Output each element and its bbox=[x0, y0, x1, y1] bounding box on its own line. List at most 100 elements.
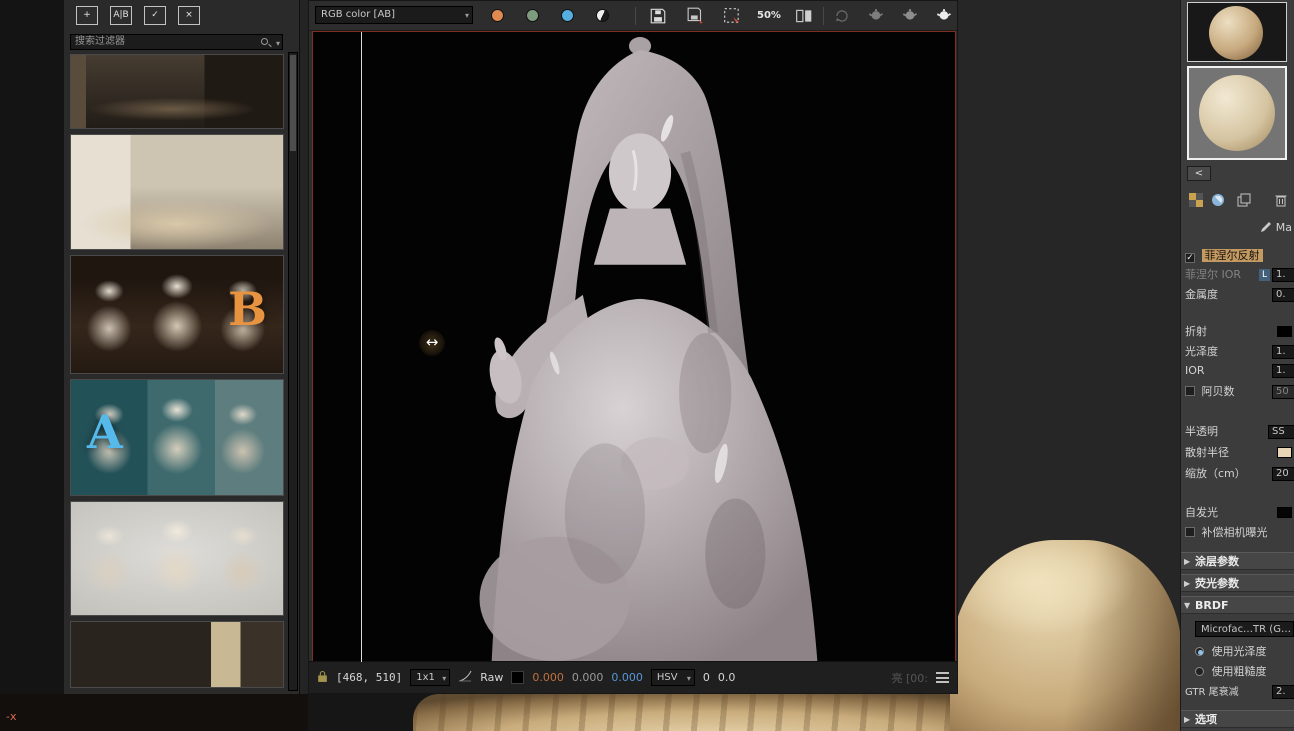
chevron-right-icon: ▶ bbox=[1184, 575, 1190, 592]
mini-listener[interactable]: -x bbox=[0, 694, 308, 731]
camera-exposure-row: 补偿相机曝光 bbox=[1185, 525, 1294, 541]
history-thumb-statues-b[interactable]: B bbox=[70, 255, 284, 374]
glossiness-row: 光泽度 1. bbox=[1185, 344, 1294, 360]
red-channel-swatch[interactable] bbox=[491, 9, 504, 22]
history-thumb-bedroom-light[interactable] bbox=[70, 134, 284, 250]
ab-compare-icon[interactable]: A|B bbox=[110, 6, 132, 25]
green-value: 0.000 bbox=[572, 671, 604, 684]
history-thumb-bedroom-partial[interactable] bbox=[70, 621, 284, 688]
ior-value[interactable]: 1. bbox=[1272, 364, 1294, 378]
material-preview-slot-1[interactable] bbox=[1187, 2, 1287, 62]
render-teapot-icon[interactable] bbox=[935, 7, 953, 25]
render-time-info: 亮 [00: bbox=[892, 670, 929, 686]
gtr-tail-falloff-value[interactable]: 2. bbox=[1272, 685, 1294, 699]
fresnel-checkbox[interactable]: ✓ bbox=[1185, 253, 1195, 263]
use-roughness-label: 使用粗糙度 bbox=[1212, 665, 1267, 678]
pixel-coordinates: [468, 510] bbox=[336, 671, 402, 684]
mono-channel-swatch[interactable] bbox=[596, 9, 609, 22]
refraction-label: 折射 bbox=[1185, 325, 1207, 338]
sampled-color-swatch bbox=[511, 671, 524, 684]
abbe-value[interactable]: 50 bbox=[1272, 385, 1294, 399]
history-search-text: 搜索过滤器 bbox=[75, 36, 125, 47]
abbe-label: 阿贝数 bbox=[1202, 385, 1235, 398]
section-options[interactable]: ▶ 选项 bbox=[1181, 710, 1294, 728]
history-search-input[interactable]: 搜索过滤器 ▾ bbox=[70, 34, 283, 50]
trash-icon[interactable] bbox=[1274, 193, 1288, 207]
channel-dropdown[interactable]: RGB color [AB] ▾ bbox=[315, 6, 473, 24]
gtr-tail-falloff-row: GTR 尾衰减 2. bbox=[1185, 684, 1294, 700]
material-name-row: Ma bbox=[1185, 220, 1294, 236]
chevron-right-icon: ▶ bbox=[1184, 711, 1190, 728]
ab-compare-divider[interactable] bbox=[361, 32, 362, 662]
scatter-radius-swatch[interactable] bbox=[1277, 447, 1292, 458]
lock-l-button[interactable]: L bbox=[1259, 269, 1270, 281]
brdf-type-dropdown[interactable]: Microfac…TR (G… bbox=[1195, 621, 1294, 637]
section-sheen-params[interactable]: ▶ 荧光参数 bbox=[1181, 574, 1294, 592]
checker-background-icon[interactable] bbox=[1189, 193, 1203, 207]
history-thumbnail-list: B A bbox=[64, 54, 287, 694]
preview-back-button[interactable]: < bbox=[1187, 166, 1211, 181]
display-correction-icon[interactable] bbox=[458, 670, 472, 685]
pencil-icon[interactable] bbox=[1260, 221, 1272, 233]
zoom-level-badge[interactable]: 50% bbox=[757, 7, 781, 25]
chevron-down-icon: ▾ bbox=[465, 8, 469, 24]
metalness-value[interactable]: 0. bbox=[1272, 288, 1294, 302]
refraction-color-swatch[interactable] bbox=[1277, 326, 1292, 337]
vray-frame-buffer: RGB color [AB] ▾ 50% bbox=[308, 0, 958, 694]
brdf-type-value: Microfac…TR (G… bbox=[1201, 624, 1291, 635]
history-save-icon[interactable]: + bbox=[76, 6, 98, 25]
render-history-panel: + A|B ✓ × 搜索过滤器 ▾ B A bbox=[64, 0, 300, 694]
scale-cm-row: 缩放（cm） 20 bbox=[1185, 466, 1294, 482]
hsv-dropdown[interactable]: HSV ▾ bbox=[651, 669, 695, 686]
red-value: 0.000 bbox=[532, 671, 564, 684]
lock-icon[interactable] bbox=[317, 670, 328, 686]
ab-layout-icon[interactable] bbox=[795, 7, 813, 25]
green-channel-swatch[interactable] bbox=[526, 9, 539, 22]
camera-exposure-label: 补偿相机曝光 bbox=[1202, 526, 1268, 539]
statusbar-menu-icon[interactable] bbox=[936, 672, 949, 683]
clear-history-icon[interactable]: × bbox=[178, 6, 200, 25]
history-thumb-bedroom-dark[interactable] bbox=[70, 54, 284, 129]
save-all-channels-icon[interactable] bbox=[687, 7, 705, 25]
glossiness-value[interactable]: 1. bbox=[1272, 345, 1294, 359]
fresnel-ior-label: 菲涅尔 IOR bbox=[1185, 268, 1241, 281]
abbe-checkbox[interactable] bbox=[1185, 386, 1195, 396]
section-brdf[interactable]: ▼ BRDF bbox=[1181, 596, 1294, 614]
hue-value: 0 bbox=[703, 671, 710, 684]
history-scrollbar[interactable] bbox=[288, 52, 298, 691]
rt-render-teapot-icon[interactable] bbox=[901, 7, 919, 25]
show-shaded-icon[interactable] bbox=[1211, 193, 1225, 207]
render-view[interactable]: ↔ bbox=[312, 31, 956, 663]
render-history-teapot-icon[interactable] bbox=[867, 7, 885, 25]
material-name: Ma bbox=[1276, 221, 1292, 234]
camera-exposure-checkbox[interactable] bbox=[1185, 527, 1195, 537]
use-glossiness-row: 使用光泽度 bbox=[1195, 644, 1294, 660]
save-image-icon[interactable] bbox=[649, 7, 667, 25]
blue-channel-swatch[interactable] bbox=[561, 9, 574, 22]
self-illumination-swatch[interactable] bbox=[1277, 507, 1292, 518]
scale-cm-label: 缩放（cm） bbox=[1185, 467, 1246, 480]
viewport-statue-base bbox=[413, 694, 1013, 731]
clear-image-icon[interactable] bbox=[833, 7, 851, 25]
statue-render bbox=[375, 32, 895, 663]
history-thumb-statues-a[interactable]: A bbox=[70, 379, 284, 496]
layered-preview-icon[interactable] bbox=[1237, 193, 1251, 207]
fresnel-ior-value[interactable]: 1. bbox=[1272, 268, 1294, 282]
use-roughness-radio[interactable] bbox=[1195, 667, 1204, 676]
pixel-ratio-dropdown[interactable]: 1x1 ▾ bbox=[410, 669, 450, 686]
enable-compare-icon[interactable]: ✓ bbox=[144, 6, 166, 25]
history-thumb-statues-white[interactable] bbox=[70, 501, 284, 616]
vfb-toolbar: RGB color [AB] ▾ 50% bbox=[309, 1, 957, 31]
fresnel-ior-row: 菲涅尔 IOR L 1. bbox=[1185, 267, 1294, 283]
section-coat-params[interactable]: ▶ 涂层参数 bbox=[1181, 552, 1294, 570]
abbe-row: 阿贝数 50 bbox=[1185, 384, 1294, 400]
section-coat-label: 涂层参数 bbox=[1195, 555, 1239, 568]
saturation-value: 0.0 bbox=[718, 671, 736, 684]
use-glossiness-radio[interactable] bbox=[1195, 647, 1204, 656]
pixel-ratio-value: 1x1 bbox=[416, 672, 435, 683]
material-preview-slot-2[interactable] bbox=[1187, 66, 1287, 160]
render-region-icon[interactable] bbox=[723, 7, 741, 25]
raw-label: Raw bbox=[480, 671, 503, 684]
scale-cm-value[interactable]: 20 bbox=[1272, 467, 1294, 481]
translucency-dropdown[interactable]: SS bbox=[1268, 425, 1294, 439]
